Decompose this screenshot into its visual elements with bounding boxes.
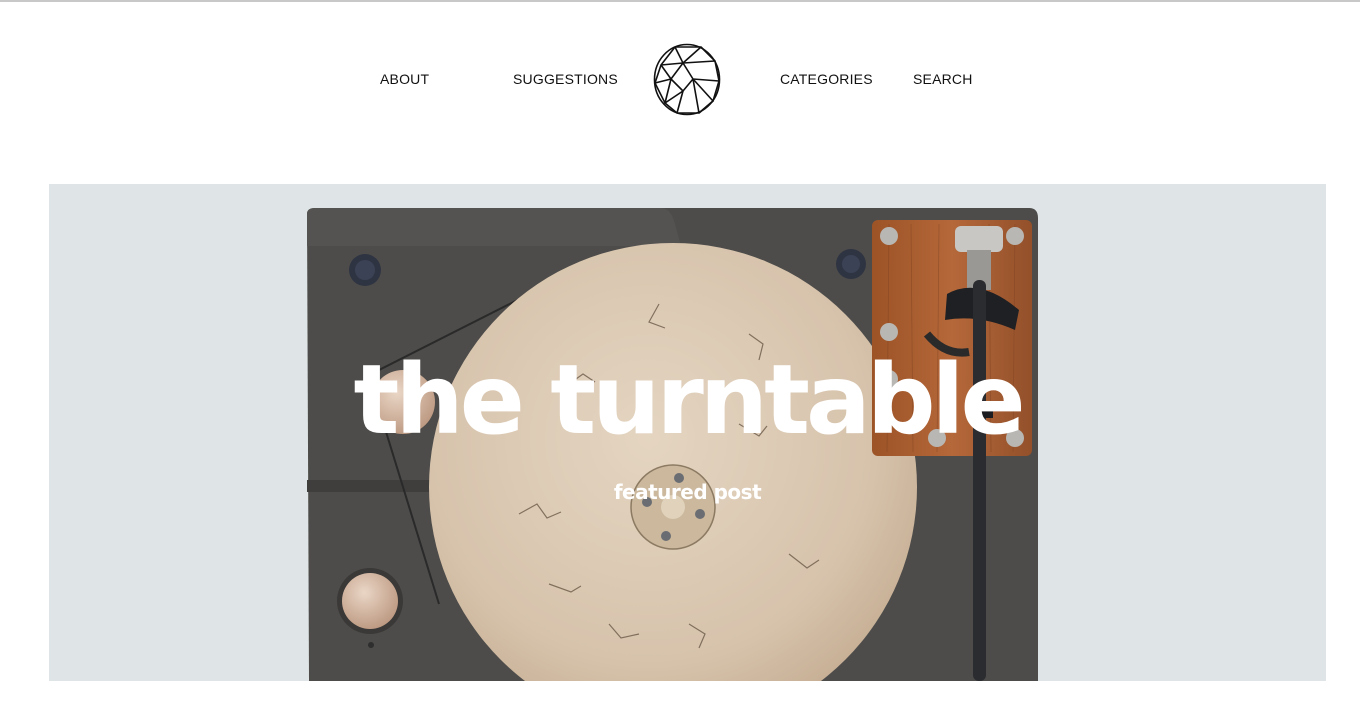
hero-title[interactable]: the turntable bbox=[49, 352, 1326, 448]
hero-subtitle: featured post bbox=[613, 480, 762, 504]
site-logo-icon[interactable] bbox=[653, 43, 721, 116]
featured-post-hero[interactable]: the turntable featured post bbox=[49, 184, 1326, 681]
nav-categories[interactable]: CATEGORIES bbox=[780, 71, 873, 87]
browser-top-border bbox=[0, 0, 1360, 2]
nav-suggestions[interactable]: SUGGESTIONS bbox=[513, 71, 618, 87]
nav-search[interactable]: SEARCH bbox=[913, 71, 973, 87]
nav-about[interactable]: ABOUT bbox=[380, 71, 429, 87]
